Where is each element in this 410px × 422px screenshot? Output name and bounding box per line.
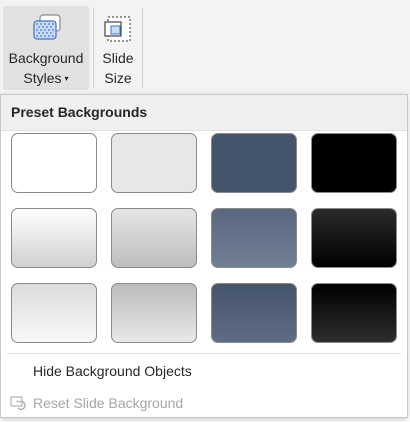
reset-slide-background-icon	[10, 396, 26, 411]
slide-size-button[interactable]: Slide Size	[96, 6, 140, 90]
menu-divider	[7, 353, 401, 354]
background-style-swatch[interactable]	[111, 283, 197, 343]
background-styles-dropdown: Preset Backgrounds Hide Background Objec…	[0, 94, 408, 418]
gallery-header-label: Preset Backgrounds	[11, 104, 148, 120]
slide-size-label: Slide Size	[102, 48, 133, 88]
ribbon-separator	[93, 8, 94, 88]
slide-size-label-line2: Size	[104, 70, 132, 86]
hide-background-objects-label: Hide Background Objects	[33, 363, 192, 379]
background-styles-label-line1: Background	[8, 50, 84, 66]
background-style-swatch[interactable]	[111, 133, 197, 193]
background-style-swatch[interactable]	[311, 133, 397, 193]
slide-size-label-line1: Slide	[102, 50, 134, 66]
background-styles-label-line2: Styles	[23, 70, 62, 86]
slide-size-icon	[104, 16, 131, 42]
ribbon-separator	[142, 8, 143, 88]
chevron-down-icon: ▾	[64, 74, 69, 84]
ribbon: Background Styles ▾ Slide Size	[0, 0, 410, 95]
background-style-swatch[interactable]	[311, 283, 397, 343]
background-styles-icon	[33, 14, 61, 40]
background-style-swatch[interactable]	[211, 208, 297, 268]
background-style-swatch[interactable]	[211, 283, 297, 343]
background-styles-button[interactable]: Background Styles ▾	[3, 6, 89, 90]
background-style-swatch[interactable]	[211, 133, 297, 193]
reset-slide-background-menu-item[interactable]: Reset Slide Background	[1, 389, 407, 417]
hide-background-objects-menu-item[interactable]: Hide Background Objects	[1, 357, 407, 385]
gallery-header: Preset Backgrounds	[1, 95, 407, 131]
background-style-swatch[interactable]	[111, 208, 197, 268]
background-style-swatch[interactable]	[311, 208, 397, 268]
background-style-swatch[interactable]	[11, 208, 97, 268]
background-style-swatch[interactable]	[11, 283, 97, 343]
reset-slide-background-label: Reset Slide Background	[33, 395, 184, 411]
background-style-swatch[interactable]	[11, 133, 97, 193]
background-styles-label: Background Styles ▾	[9, 48, 84, 89]
